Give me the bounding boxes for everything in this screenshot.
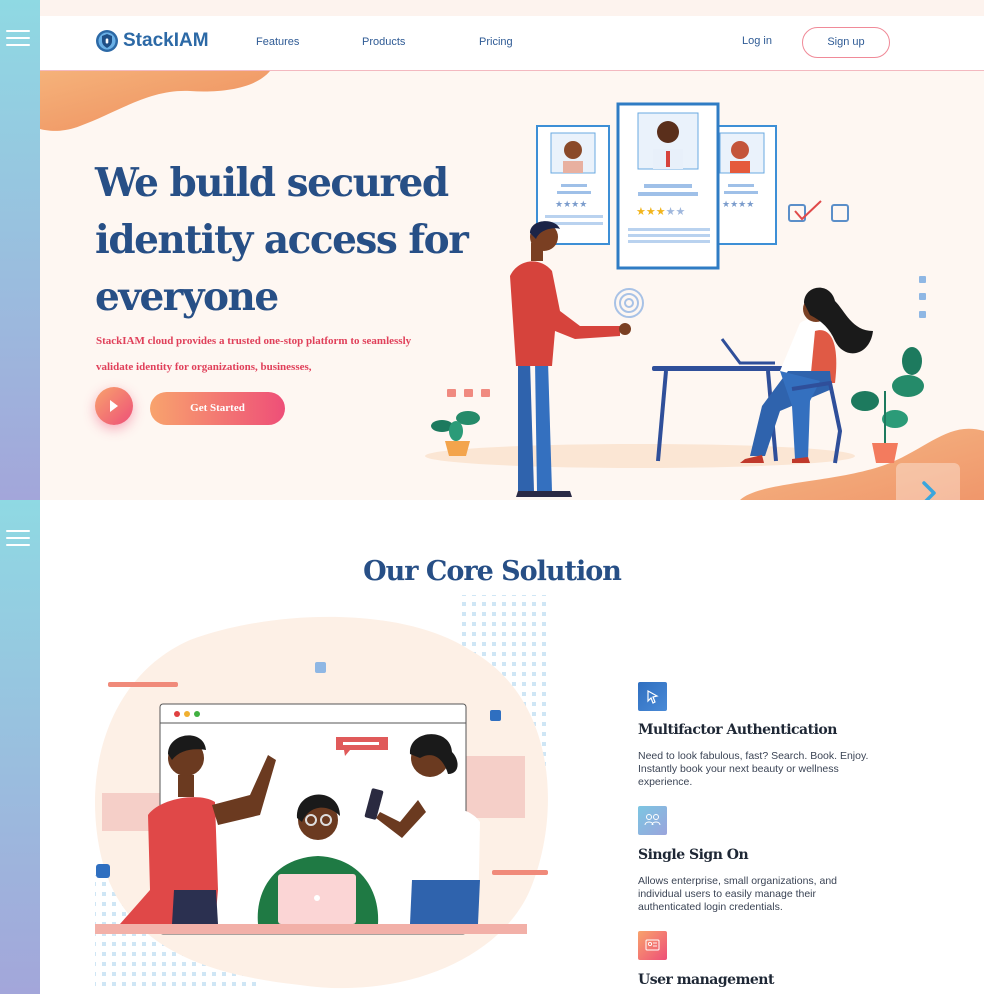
login-link[interactable]: Log in xyxy=(742,35,772,47)
navbar: StackIAM Features Products Pricing Log i… xyxy=(40,16,984,71)
feature-title-sso: Single Sign On xyxy=(638,847,749,863)
nav-link-features[interactable]: Features xyxy=(256,36,299,48)
hero-description: StackIAM cloud provides a trusted one-st… xyxy=(96,335,412,373)
feature-desc-sso: Allows enterprise, small organizations, … xyxy=(638,875,838,913)
menu-icon-secondary[interactable] xyxy=(6,530,30,546)
signup-button[interactable]: Sign up xyxy=(802,27,890,58)
svg-text:★★★★: ★★★★ xyxy=(722,200,754,210)
section-title: Our Core Solution xyxy=(363,556,622,587)
chevron-right-icon xyxy=(922,481,936,500)
top-strip xyxy=(0,0,984,16)
next-slide-button[interactable] xyxy=(896,463,960,500)
get-started-button[interactable]: Get Started xyxy=(150,392,285,425)
feature-title-mfa: Multifactor Authentication xyxy=(638,722,837,738)
fingerprint xyxy=(614,288,644,318)
svg-text:★★★★★: ★★★★★ xyxy=(636,205,685,218)
plant-right xyxy=(851,347,924,463)
play-button[interactable] xyxy=(95,387,133,425)
users-icon xyxy=(638,806,667,835)
feature-title-user-management: User management xyxy=(638,972,774,988)
nav-link-pricing[interactable]: Pricing xyxy=(479,36,513,48)
core-illustration xyxy=(95,595,550,990)
profile-card-right: ★★★★ xyxy=(709,125,777,245)
logo[interactable]: StackIAM xyxy=(95,29,209,53)
sidebar-hero xyxy=(0,0,40,500)
svg-text:★★★★: ★★★★ xyxy=(555,200,587,210)
hero-title: We build secured identity access for eve… xyxy=(95,160,469,320)
brand-name: StackIAM xyxy=(123,30,209,51)
feature-desc-mfa: Need to look fabulous, fast? Search. Boo… xyxy=(638,750,869,788)
woman-figure xyxy=(740,287,873,464)
shield-icon xyxy=(96,30,118,52)
cursor-icon xyxy=(638,682,667,711)
hero-section: ★★★★ ★★★★ ★★★★★ We build secured identit… xyxy=(40,71,984,500)
profile-card-center: ★★★★★ xyxy=(616,102,720,270)
nav-link-products[interactable]: Products xyxy=(362,36,405,48)
sidebar-core xyxy=(0,500,40,994)
id-card-icon xyxy=(638,931,667,960)
menu-icon[interactable] xyxy=(6,30,30,46)
play-icon xyxy=(110,400,118,412)
